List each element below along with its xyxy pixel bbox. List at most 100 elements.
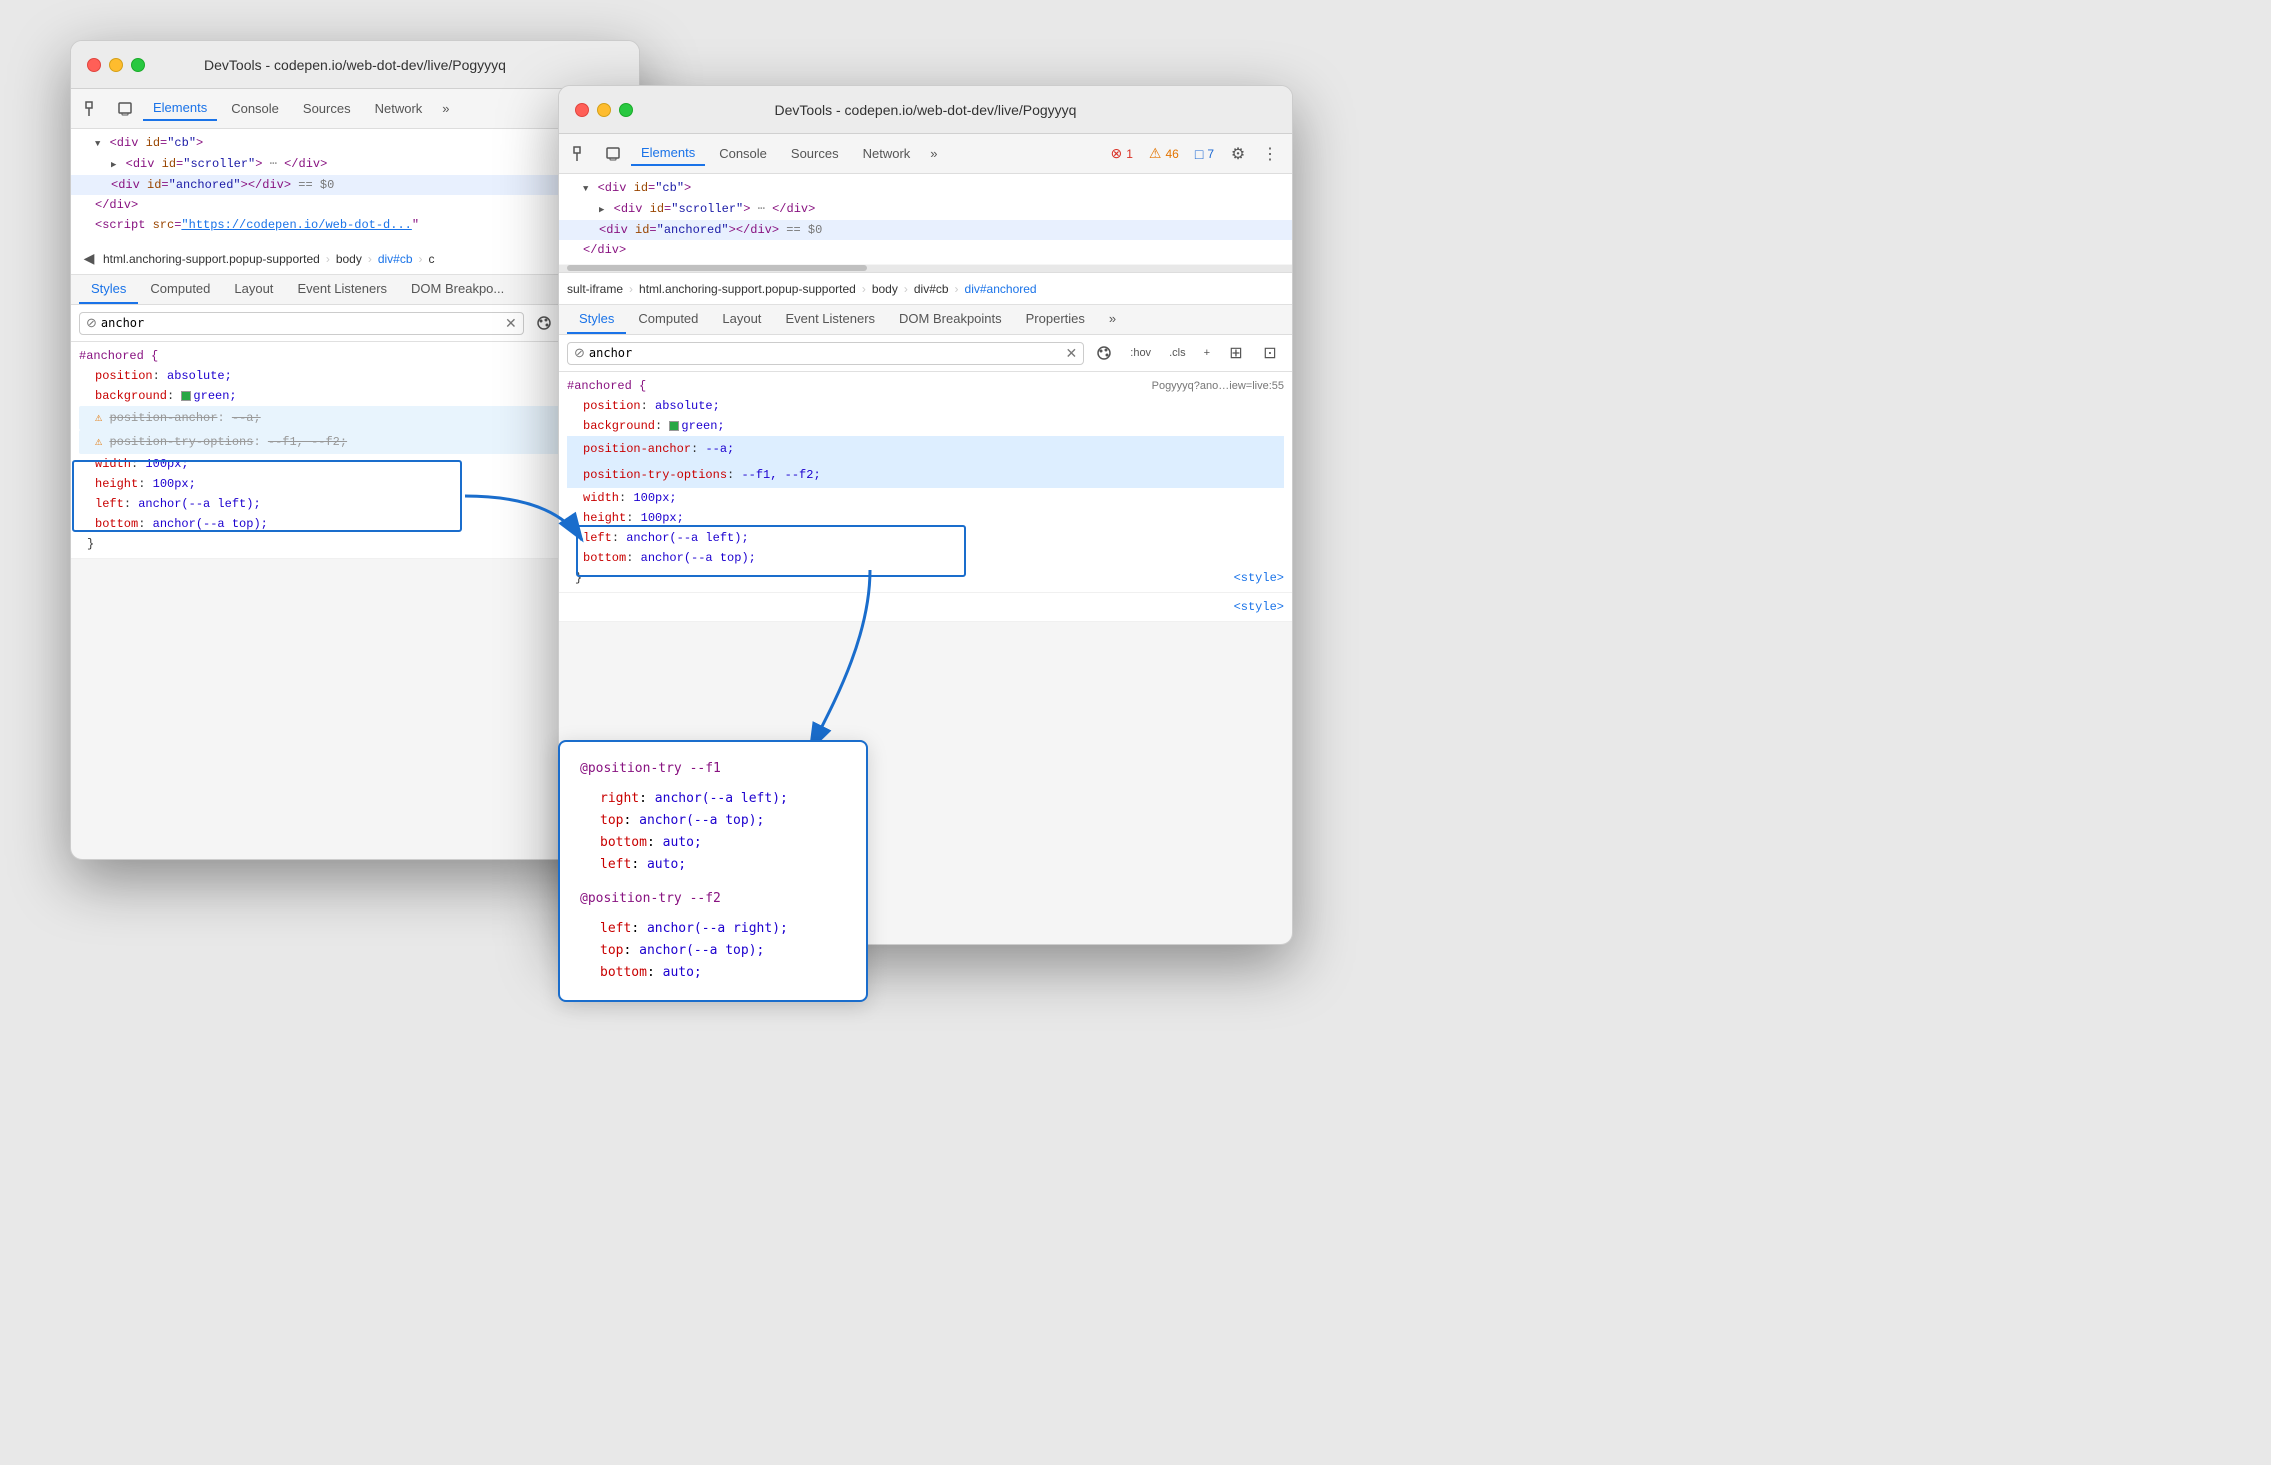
html-line-anchored[interactable]: <div id="anchored"></div> == $0 xyxy=(71,175,639,195)
info-count: 7 xyxy=(1207,147,1214,161)
breadcrumb-item-3[interactable]: div#cb xyxy=(378,252,413,266)
gear-icon-2[interactable]: ⚙ xyxy=(1224,140,1252,168)
popup-at-rule-1: @position-try --f1 xyxy=(580,758,846,780)
warning-icon-anchor-1: ⚠ xyxy=(95,411,102,425)
styles-panel-2: #anchored { Pogyyyq?ano…iew=live:55 posi… xyxy=(559,372,1292,622)
expand-icon-1[interactable] xyxy=(95,136,100,150)
source-link-style-1[interactable]: <style> xyxy=(1234,568,1284,588)
css-prop-height-2: height: 100px; xyxy=(567,508,1284,528)
css-close-brace-1: } xyxy=(79,534,631,554)
tab-layout-1[interactable]: Layout xyxy=(222,275,285,304)
devtools-toolbar-1: Elements Console Sources Network » xyxy=(71,89,639,129)
device-icon-2[interactable] xyxy=(599,140,627,168)
info-badge-2: □ 7 xyxy=(1189,144,1220,164)
filter-clear-icon-1[interactable]: ✕ xyxy=(505,315,517,332)
breadcrumb-back-1[interactable]: ◀ xyxy=(79,245,99,273)
palette-icon-1[interactable] xyxy=(530,309,558,337)
html-line-close-div-2: </div> xyxy=(559,240,1292,260)
html-line-close-div: </div> xyxy=(71,195,639,215)
source-link-2[interactable]: Pogyyyq?ano…iew=live:55 xyxy=(1152,376,1284,396)
close-button-2[interactable] xyxy=(575,103,589,117)
tab-properties-2[interactable]: Properties xyxy=(1014,305,1097,334)
html-panel-1: <div id="cb"> <div id="scroller"> ⋯ </di… xyxy=(71,129,639,243)
popup-box: @position-try --f1 right: anchor(--a lef… xyxy=(558,740,868,1002)
cls-btn-2[interactable]: .cls xyxy=(1163,345,1192,361)
more-tabs-1[interactable]: » xyxy=(436,97,455,120)
title-bar-2: DevTools - codepen.io/web-dot-dev/live/P… xyxy=(559,86,1292,134)
expand-icon-5[interactable]: ⊡ xyxy=(1256,339,1284,367)
expand-icon-4[interactable] xyxy=(599,202,604,216)
tab-elements-1[interactable]: Elements xyxy=(143,96,217,121)
breadcrumb-item-w2-1[interactable]: sult-iframe xyxy=(567,282,623,296)
tab-sources-2[interactable]: Sources xyxy=(781,142,849,165)
tab-styles-1[interactable]: Styles xyxy=(79,275,138,304)
color-swatch-1[interactable] xyxy=(181,391,191,401)
html-line-anchored-2[interactable]: <div id="anchored"></div> == $0 xyxy=(559,220,1292,240)
tab-sources-1[interactable]: Sources xyxy=(293,97,361,120)
minimize-button-1[interactable] xyxy=(109,58,123,72)
palette-icon-2[interactable] xyxy=(1090,339,1118,367)
css-close-brace-2: } <style> xyxy=(567,568,1284,588)
inspector-icon-1[interactable] xyxy=(79,95,107,123)
error-circle-icon: ⊗ xyxy=(1111,145,1123,162)
filter-input-2[interactable] xyxy=(589,346,1062,360)
hov-btn-2[interactable]: :hov xyxy=(1124,345,1157,361)
tab-network-2[interactable]: Network xyxy=(853,142,921,165)
maximize-button-1[interactable] xyxy=(131,58,145,72)
window-title-1: DevTools - codepen.io/web-dot-dev/live/P… xyxy=(204,57,506,73)
tab-network-1[interactable]: Network xyxy=(365,97,433,120)
devtools-window-1: DevTools - codepen.io/web-dot-dev/live/P… xyxy=(70,40,640,860)
tab-console-2[interactable]: Console xyxy=(709,142,777,165)
warning-count: 46 xyxy=(1165,147,1178,161)
minimize-button-2[interactable] xyxy=(597,103,611,117)
tab-computed-1[interactable]: Computed xyxy=(138,275,222,304)
expand-icon-2[interactable] xyxy=(111,157,116,171)
breadcrumb-item-1[interactable]: html.anchoring-support.popup-supported xyxy=(103,252,320,266)
inspector-icon-2[interactable] xyxy=(567,140,595,168)
tab-dom-breakpoints-2[interactable]: DOM Breakpoints xyxy=(887,305,1014,334)
source-link-block-2: <style> xyxy=(559,593,1292,622)
breadcrumb-item-w2-3[interactable]: body xyxy=(872,282,898,296)
tab-layout-2[interactable]: Layout xyxy=(710,305,773,334)
popup-at-rule-2: @position-try --f2 xyxy=(580,888,846,910)
css-prop-position-anchor-2: position-anchor: --a; xyxy=(567,436,1284,462)
settings-icon-2[interactable]: ⊞ xyxy=(1222,339,1250,367)
color-swatch-2[interactable] xyxy=(669,421,679,431)
close-button-1[interactable] xyxy=(87,58,101,72)
device-icon-1[interactable] xyxy=(111,95,139,123)
css-prop-width-2: width: 100px; xyxy=(567,488,1284,508)
breadcrumb-item-w2-2[interactable]: html.anchoring-support.popup-supported xyxy=(639,282,856,296)
maximize-button-2[interactable] xyxy=(619,103,633,117)
css-selector-2: #anchored { xyxy=(567,376,646,396)
filter-input-wrapper-2: ⊘ ✕ xyxy=(567,342,1084,365)
tab-more-2[interactable]: » xyxy=(1097,305,1128,334)
tab-event-listeners-1[interactable]: Event Listeners xyxy=(285,275,399,304)
breadcrumb-item-w2-5[interactable]: div#anchored xyxy=(965,282,1037,296)
tab-styles-2[interactable]: Styles xyxy=(567,305,626,334)
filter-input-1[interactable] xyxy=(101,316,501,330)
dots-icon-2[interactable]: ⋮ xyxy=(1256,140,1284,168)
html-scrollbar-2[interactable] xyxy=(559,265,1292,273)
breadcrumb-item-4[interactable]: c xyxy=(429,252,435,266)
more-tabs-2[interactable]: » xyxy=(924,142,943,165)
popup-prop-top-1: top: anchor(--a top); xyxy=(580,810,846,832)
breadcrumb-item-w2-4[interactable]: div#cb xyxy=(914,282,949,296)
tab-elements-2[interactable]: Elements xyxy=(631,141,705,166)
traffic-lights-1 xyxy=(87,58,145,72)
breadcrumb-item-2[interactable]: body xyxy=(336,252,362,266)
warning-triangle-icon: ⚠ xyxy=(1149,145,1162,162)
tab-dom-breakpoints-1[interactable]: DOM Breakpo... xyxy=(399,275,516,304)
filter-bar-1: ⊘ ✕ :hov .cls xyxy=(71,305,639,342)
css-prop-width-1: width: 100px; xyxy=(79,454,631,474)
source-link-style-2[interactable]: <style> xyxy=(1234,597,1284,617)
filter-clear-icon-2[interactable]: ✕ xyxy=(1066,345,1078,362)
tab-console-1[interactable]: Console xyxy=(221,97,289,120)
expand-icon-3[interactable] xyxy=(583,181,588,195)
tab-event-listeners-2[interactable]: Event Listeners xyxy=(773,305,887,334)
popup-prop-bottom-1: bottom: auto; xyxy=(580,832,846,854)
css-rule-block-1: #anchored { Pogyyyq?an... position: abso… xyxy=(71,342,639,559)
tab-computed-2[interactable]: Computed xyxy=(626,305,710,334)
plus-btn-2[interactable]: + xyxy=(1198,345,1216,361)
panel-tabs-2: Styles Computed Layout Event Listeners D… xyxy=(559,305,1292,335)
css-prop-background-1: background: green; xyxy=(79,386,631,406)
